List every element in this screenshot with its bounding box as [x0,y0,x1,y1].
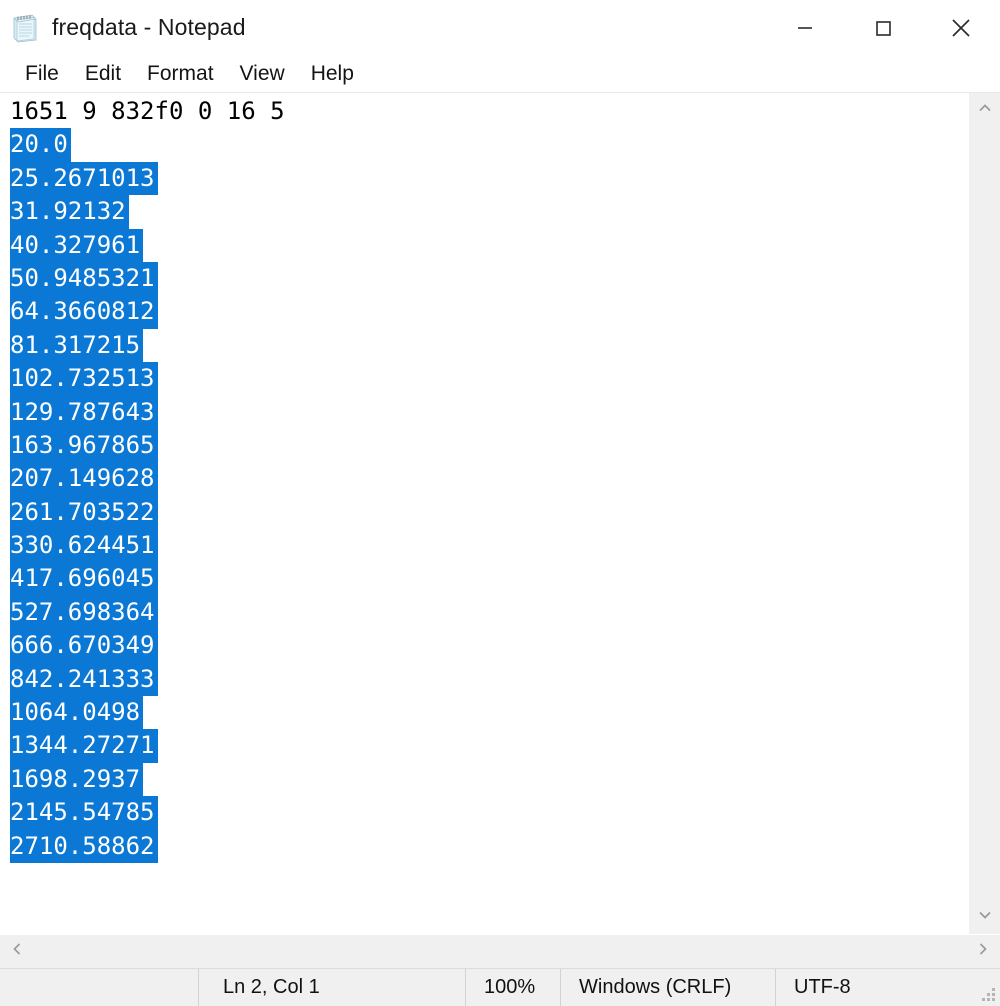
editor-line-text: 666.670349 [10,629,158,663]
editor-line-text: 64.3660812 [10,295,158,329]
chevron-right-icon [974,940,992,963]
scroll-left-button[interactable] [0,935,34,969]
status-line-ending[interactable]: Windows (CRLF) [560,969,775,1006]
editor-line-text: 417.696045 [10,562,158,596]
editor-line-text: 163.967865 [10,428,158,463]
menu-bar: File Edit Format View Help [0,55,1000,93]
editor-line-text: 40.327961 [10,228,144,262]
editor-line[interactable]: 1064.0498 [0,696,968,730]
editor-line[interactable]: 31.92132 [0,195,968,229]
editor-line-text: 330.624451 [10,529,158,563]
menu-item-view[interactable]: View [227,63,298,84]
maximize-button[interactable] [844,0,922,55]
menu-item-edit[interactable]: Edit [72,63,134,84]
scroll-right-button[interactable] [966,935,1000,969]
minimize-icon [794,17,816,39]
editor-line[interactable]: 261.703522 [0,495,968,530]
editor-line-text: 31.92132 [10,195,129,229]
title-bar-left: freqdata - Notepad [0,0,246,55]
editor-line-text: 20.0 [10,128,71,162]
maximize-icon [872,17,894,39]
editor-line-text: 81.317215 [10,328,144,363]
editor-line[interactable]: 129.787643 [0,395,968,429]
vertical-scrollbar-track[interactable] [969,127,1000,900]
status-cursor-position: Ln 2, Col 1 [198,969,465,1006]
horizontal-scrollbar[interactable] [0,934,1000,968]
editor-line[interactable]: 163.967865 [0,428,968,463]
editor-line[interactable]: 2145.54785 [0,796,968,830]
editor-line-text: 207.149628 [10,462,158,496]
editor-line[interactable]: 2710.58862 [0,829,968,863]
status-bar: Ln 2, Col 1 100% Windows (CRLF) UTF-8 [0,968,1000,1006]
window-title: freqdata - Notepad [52,14,246,40]
editor-line-text: 527.698364 [10,595,158,630]
vertical-scrollbar[interactable] [968,93,1000,934]
close-button[interactable] [922,0,1000,55]
editor-line-text: 25.2671013 [10,161,158,196]
editor-line[interactable]: 666.670349 [0,629,968,663]
editor-row: 1651 9 832f0 0 16 5 20.0 25.2671013 31.9213… [0,93,1000,934]
notepad-window: freqdata - Notepad File Edit Format View… [0,0,1000,1006]
editor-area: 1651 9 832f0 0 16 5 20.0 25.2671013 31.9213… [0,93,1000,968]
menu-item-help[interactable]: Help [298,63,367,84]
chevron-up-icon [976,99,994,122]
editor-line[interactable]: 20.0 [0,128,968,162]
editor-line[interactable]: 81.317215 [0,328,968,363]
editor-line[interactable]: 40.327961 [0,228,968,262]
editor-line-text: 1651 9 832f0 0 16 5 [10,97,285,125]
status-bar-spacer [0,969,198,1006]
editor-line[interactable]: 842.241333 [0,662,968,697]
editor-line[interactable]: 330.624451 [0,529,968,563]
chevron-left-icon [8,940,26,963]
editor-line-text: 102.732513 [10,362,158,396]
editor-line-text: 2710.58862 [10,829,158,863]
editor-line-text: 842.241333 [10,662,158,697]
editor-line-text: 1064.0498 [10,696,144,730]
editor-line[interactable]: 102.732513 [0,362,968,396]
title-bar: freqdata - Notepad [0,0,1000,55]
editor-line[interactable]: 1651 9 832f0 0 16 5 [0,95,968,128]
notepad-icon [10,13,40,43]
menu-item-format[interactable]: Format [134,63,227,84]
minimize-button[interactable] [766,0,844,55]
text-editor[interactable]: 1651 9 832f0 0 16 5 20.0 25.2671013 31.9213… [0,93,968,934]
editor-line-text: 261.703522 [10,495,158,530]
editor-line[interactable]: 417.696045 [0,562,968,596]
editor-line[interactable]: 527.698364 [0,595,968,630]
editor-line-text: 129.787643 [10,395,158,429]
menu-item-file[interactable]: File [12,63,72,84]
editor-line-text: 1344.27271 [10,729,158,763]
close-icon [948,15,974,41]
horizontal-scrollbar-track[interactable] [34,935,966,969]
editor-line[interactable]: 50.9485321 [0,261,968,296]
editor-line-text: 50.9485321 [10,261,158,296]
window-controls [766,0,1000,55]
editor-line[interactable]: 64.3660812 [0,295,968,329]
editor-line-text: 1698.2937 [10,762,144,797]
editor-line[interactable]: 207.149628 [0,462,968,496]
status-encoding[interactable]: UTF-8 [775,969,1000,1006]
editor-line[interactable]: 1344.27271 [0,729,968,763]
chevron-down-icon [976,906,994,929]
editor-line[interactable]: 1698.2937 [0,762,968,797]
scroll-up-button[interactable] [969,93,1000,127]
resize-grip-icon[interactable] [982,988,996,1002]
scroll-down-button[interactable] [969,900,1000,934]
status-zoom-level[interactable]: 100% [465,969,560,1006]
editor-line[interactable]: 25.2671013 [0,161,968,196]
editor-line-text: 2145.54785 [10,796,158,830]
